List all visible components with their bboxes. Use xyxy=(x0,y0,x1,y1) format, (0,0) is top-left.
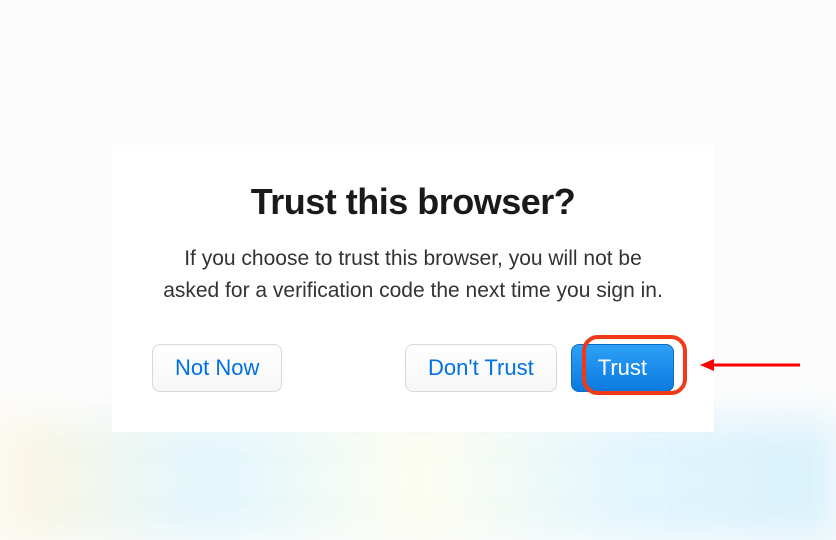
dialog-title: Trust this browser? xyxy=(152,181,674,223)
trust-button[interactable]: Trust xyxy=(571,344,674,392)
annotation-arrow-icon xyxy=(700,358,800,372)
not-now-button[interactable]: Not Now xyxy=(152,344,282,392)
dialog-button-row: Not Now Don't Trust Trust xyxy=(152,344,674,392)
trust-browser-dialog: Trust this browser? If you choose to tru… xyxy=(112,145,714,432)
dont-trust-button[interactable]: Don't Trust xyxy=(405,344,557,392)
right-button-group: Don't Trust Trust xyxy=(405,344,674,392)
dialog-message: If you choose to trust this browser, you… xyxy=(152,243,674,306)
background-gradient xyxy=(0,420,836,540)
